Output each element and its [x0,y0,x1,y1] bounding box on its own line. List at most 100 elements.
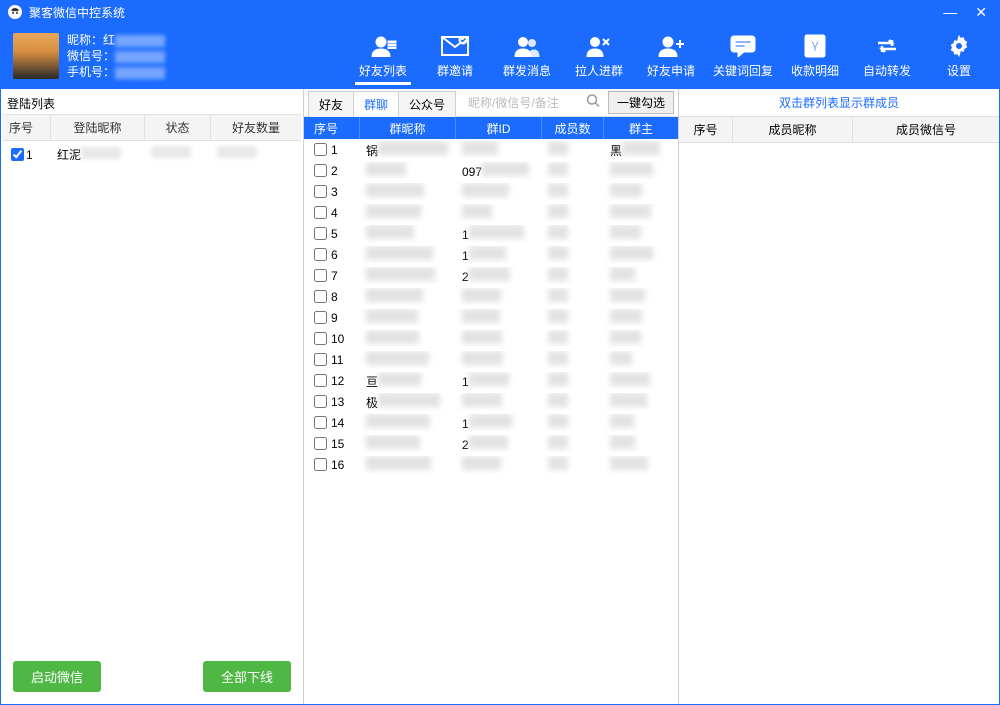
group-row[interactable]: 141 [304,412,678,433]
blurred-text [610,351,632,365]
blurred-text [548,141,568,155]
blurred-text [462,351,503,365]
group-row[interactable]: 152 [304,433,678,454]
nav-keyword-reply[interactable]: 关键词回复 [707,28,779,85]
main-area: 登陆列表 序号 登陆昵称 状态 好友数量 1 红泥 启动微信 全部下线 好友 群… [1,89,999,704]
seq-text: 6 [331,248,338,262]
group-row[interactable]: 51 [304,223,678,244]
tab-groups[interactable]: 群聊 [354,91,399,117]
group-row[interactable]: 9 [304,307,678,328]
seq-text: 8 [331,290,338,304]
blurred-text [366,267,435,281]
right-panel: 双击群列表显示群成员 序号 成员昵称 成员微信号 [679,89,999,704]
row-checkbox[interactable] [314,311,327,324]
row-checkbox[interactable] [314,206,327,219]
group-row[interactable]: 2097 [304,160,678,181]
seq-text: 3 [331,185,338,199]
close-button[interactable]: ✕ [975,5,987,19]
row-checkbox[interactable] [314,353,327,366]
nav-friend-list[interactable]: 好友列表 [347,28,419,85]
blurred-text [610,267,635,281]
group-row[interactable]: 3 [304,181,678,202]
nav-label: 设置 [947,62,971,79]
blurred-text [366,183,424,197]
col-seq: 序号 [679,117,733,142]
row-checkbox[interactable] [314,185,327,198]
tab-official[interactable]: 公众号 [399,91,456,117]
tab-friends[interactable]: 好友 [308,91,354,117]
group-row[interactable]: 72 [304,265,678,286]
group-row[interactable]: 1锅黑 [304,139,678,160]
blurred-text [610,288,645,302]
blurred-text [610,372,650,386]
row-checkbox[interactable] [314,227,327,240]
blurred-text [548,435,568,449]
blurred-text [462,141,498,155]
nav-payment-detail[interactable]: ¥ 收款明细 [779,28,851,85]
blurred-text [548,183,568,197]
nav-friend-apply[interactable]: 好友申请 [635,28,707,85]
group-row[interactable]: 61 [304,244,678,265]
col-seq: 序号 [304,117,360,139]
minimize-button[interactable]: — [943,5,957,19]
all-offline-button[interactable]: 全部下线 [203,661,291,692]
group-row[interactable]: 13极 [304,391,678,412]
id-frag: 2 [462,438,469,452]
blurred-text [548,309,568,323]
avatar [13,33,59,79]
row-checkbox[interactable] [314,437,327,450]
nav-group-invite[interactable]: 群邀请 [419,28,491,85]
left-panel: 登陆列表 序号 登陆昵称 状态 好友数量 1 红泥 启动微信 全部下线 [1,89,304,704]
seq-text: 1 [26,148,33,162]
search-input[interactable] [464,92,604,114]
blurred-text [217,146,257,158]
select-all-button[interactable]: 一键勾选 [608,91,674,114]
nav-settings[interactable]: 设置 [923,28,995,85]
login-table: 序号 登陆昵称 状态 好友数量 1 红泥 [3,115,301,651]
blurred-text [151,146,191,158]
group-row[interactable]: 10 [304,328,678,349]
blurred-text [548,456,568,470]
group-row[interactable]: 4 [304,202,678,223]
row-checkbox[interactable] [314,332,327,345]
row-checkbox[interactable] [314,248,327,261]
row-checkbox[interactable] [314,458,327,471]
row-checkbox[interactable] [314,269,327,282]
row-checkbox[interactable] [11,148,24,161]
blurred-text [462,288,501,302]
row-checkbox[interactable] [314,374,327,387]
row-checkbox[interactable] [314,395,327,408]
blurred-text [610,309,642,323]
start-wechat-button[interactable]: 启动微信 [13,661,101,692]
header-bar: 昵称：红 微信号： 手机号： 好友列表 群邀请 群发消息 拉人进群 好友申请 关… [1,23,999,89]
row-checkbox[interactable] [314,143,327,156]
blurred-text [469,246,507,260]
blurred-text [610,246,653,260]
nav-mass-msg[interactable]: 群发消息 [491,28,563,85]
login-row[interactable]: 1 红泥 [3,141,301,168]
id-frag: 097 [462,165,482,179]
blurred-text [548,162,568,176]
row-checkbox[interactable] [314,416,327,429]
name-frag: 亘 [366,375,378,389]
seq-text: 13 [331,395,344,409]
nav-label: 好友列表 [359,62,407,79]
group-row[interactable]: 16 [304,454,678,475]
col-count: 成员数 [542,117,604,139]
member-table: 序号 成员昵称 成员微信号 [679,117,999,704]
blurred-text [366,309,418,323]
row-checkbox[interactable] [314,290,327,303]
nav-auto-forward[interactable]: 自动转发 [851,28,923,85]
group-row[interactable]: 8 [304,286,678,307]
search-icon[interactable] [586,93,600,112]
svg-text:¥: ¥ [811,38,819,54]
row-checkbox[interactable] [314,164,327,177]
blurred-text [366,225,414,239]
group-row[interactable]: 11 [304,349,678,370]
group-row[interactable]: 12亘1 [304,370,678,391]
nav-pull-group[interactable]: 拉人进群 [563,28,635,85]
app-logo-icon [7,4,23,20]
col-name: 群昵称 [360,117,456,139]
col-friends: 好友数量 [211,115,301,140]
col-wx: 成员微信号 [853,117,999,142]
